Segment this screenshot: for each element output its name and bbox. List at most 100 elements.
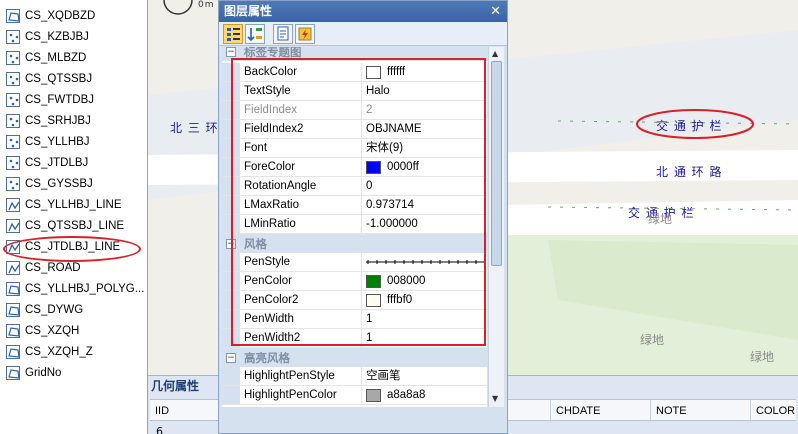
property-row[interactable]: LMinRatio -1.000000 bbox=[222, 215, 487, 234]
layer-item[interactable]: CS_YLLHBJ bbox=[6, 132, 90, 152]
green-label-3: 绿地 bbox=[750, 350, 775, 364]
property-row[interactable]: BackColor ffffff bbox=[222, 63, 487, 82]
property-pages-button[interactable] bbox=[273, 24, 293, 44]
green-label-2: 绿地 bbox=[640, 333, 665, 347]
property-value-cell[interactable]: 0000ff bbox=[362, 158, 487, 176]
point-layer-icon bbox=[6, 177, 20, 191]
property-grid-scrollbar[interactable]: ▲ ▼ bbox=[488, 47, 504, 407]
property-row[interactable]: HighlightPenColor a8a8a8 bbox=[222, 386, 487, 405]
property-row[interactable]: FieldIndex2 OBJNAME bbox=[222, 120, 487, 139]
property-name: PenWidth bbox=[240, 310, 362, 328]
layer-item[interactable]: CS_YLLHBJ_LINE bbox=[6, 195, 122, 215]
category-label: 高亮风格 bbox=[244, 350, 290, 365]
categorized-view-button[interactable] bbox=[223, 24, 243, 44]
property-value-cell[interactable]: 008000 bbox=[362, 272, 487, 290]
column-header-chdate[interactable]: CHDATE bbox=[550, 400, 650, 422]
layer-item[interactable]: CS_JTDLBJ_LINE bbox=[6, 237, 120, 257]
layer-item[interactable]: CS_KZBJBJ bbox=[6, 27, 89, 47]
alphabetical-view-button[interactable] bbox=[245, 24, 265, 44]
color-swatch[interactable] bbox=[366, 388, 381, 402]
category-label-theme[interactable]: − 标签专题图 bbox=[222, 47, 487, 61]
layer-item[interactable]: CS_JTDLBJ bbox=[6, 153, 88, 173]
property-value-cell[interactable]: OBJNAME bbox=[362, 120, 487, 138]
property-value-cell[interactable]: -1.000000 bbox=[362, 215, 487, 233]
color-swatch[interactable] bbox=[366, 65, 381, 79]
property-value: 2 bbox=[366, 104, 373, 116]
layer-item[interactable]: CS_QTSSBJ bbox=[6, 69, 92, 89]
property-value-cell[interactable]: a8a8a8 bbox=[362, 386, 487, 404]
property-value-cell[interactable]: 1 bbox=[362, 310, 487, 328]
property-name: FieldIndex bbox=[240, 101, 362, 119]
property-row[interactable]: PenColor2 fffbf0 bbox=[222, 291, 487, 310]
property-value: fffbf0 bbox=[387, 294, 413, 306]
category-highlight-style[interactable]: − 高亮风格 bbox=[222, 348, 487, 367]
property-name: RotationAngle bbox=[240, 177, 362, 195]
layer-item[interactable]: GridNo bbox=[6, 363, 61, 383]
collapse-toggle-icon[interactable]: − bbox=[226, 47, 236, 57]
layer-item[interactable]: CS_FWTDBJ bbox=[6, 90, 94, 110]
property-grid: − 标签专题图 BackColor ffffff TextStyle Halo FieldI… bbox=[222, 47, 487, 407]
property-row[interactable]: RotationAngle 0 bbox=[222, 177, 487, 196]
property-row[interactable]: TextStyle Halo bbox=[222, 82, 487, 101]
events-button[interactable] bbox=[295, 24, 315, 44]
layer-item-label: CS_YLLHBJ bbox=[25, 136, 90, 148]
property-value-cell[interactable]: 空画笔 bbox=[362, 367, 487, 385]
polygon-layer-icon bbox=[6, 9, 20, 23]
layer-item[interactable]: CS_XZQH bbox=[6, 321, 79, 341]
property-row[interactable]: ForeColor 0000ff bbox=[222, 158, 487, 177]
property-value-cell[interactable] bbox=[362, 253, 487, 271]
property-row[interactable]: Font 宋体(9) bbox=[222, 139, 487, 158]
table-cell-iid[interactable]: 6 bbox=[156, 425, 163, 434]
property-row[interactable]: LMaxRatio 0.973714 bbox=[222, 196, 487, 215]
property-value-cell[interactable]: 2 bbox=[362, 101, 487, 119]
point-layer-icon bbox=[6, 51, 20, 65]
point-layer-icon bbox=[6, 114, 20, 128]
property-name: LMinRatio bbox=[240, 215, 362, 233]
category-style[interactable]: − 风格 bbox=[222, 234, 487, 253]
property-row[interactable]: PenStyle bbox=[222, 253, 487, 272]
color-swatch[interactable] bbox=[366, 274, 381, 288]
road-label-left: 北 三 环 bbox=[170, 121, 219, 135]
column-header-color[interactable]: COLOR bbox=[750, 400, 796, 422]
scrollbar-thumb[interactable] bbox=[491, 61, 502, 266]
property-row[interactable]: HighlightPenStyle 空画笔 bbox=[222, 367, 487, 386]
collapse-toggle-icon[interactable]: − bbox=[226, 238, 236, 249]
property-row[interactable]: FieldIndex 2 bbox=[222, 101, 487, 120]
property-name: PenColor bbox=[240, 272, 362, 290]
layer-item[interactable]: CS_XQDBZD bbox=[6, 6, 95, 26]
property-row[interactable]: PenColor 008000 bbox=[222, 272, 487, 291]
layer-item[interactable]: CS_SRHJBJ bbox=[6, 111, 91, 131]
property-value-cell[interactable]: 1 bbox=[362, 329, 487, 347]
property-value-cell[interactable]: Halo bbox=[362, 82, 487, 100]
collapse-toggle-icon[interactable]: − bbox=[226, 352, 236, 363]
green-label-1: 绿地 bbox=[648, 212, 673, 226]
column-header-note[interactable]: NOTE bbox=[650, 400, 750, 422]
scale-label: 0m bbox=[198, 0, 215, 10]
layer-item-label: CS_QTSSBJ bbox=[25, 73, 93, 85]
layer-item[interactable]: CS_QTSSBJ_LINE bbox=[6, 216, 124, 236]
property-value-cell[interactable]: ffffff bbox=[362, 63, 487, 81]
color-swatch[interactable] bbox=[366, 160, 381, 174]
property-row[interactable]: PenWidth2 1 bbox=[222, 329, 487, 348]
property-row[interactable]: PenWidth 1 bbox=[222, 310, 487, 329]
property-value: -1.000000 bbox=[366, 218, 418, 230]
property-value-cell[interactable]: 0.973714 bbox=[362, 196, 487, 214]
polygon-layer-icon bbox=[6, 282, 20, 296]
property-value-cell[interactable]: 0 bbox=[362, 177, 487, 195]
color-swatch[interactable] bbox=[366, 293, 381, 307]
property-value-cell[interactable]: fffbf0 bbox=[362, 291, 487, 309]
point-layer-icon bbox=[6, 30, 20, 44]
layer-item[interactable]: CS_DYWG bbox=[6, 300, 83, 320]
panel-title: 图层属性 bbox=[219, 1, 507, 22]
point-layer-icon bbox=[6, 93, 20, 107]
layer-item[interactable]: CS_GYSSBJ bbox=[6, 174, 93, 194]
scroll-down-icon[interactable]: ▼ bbox=[492, 394, 498, 403]
close-icon[interactable]: ✕ bbox=[490, 1, 501, 22]
layer-item[interactable]: CS_ROAD bbox=[6, 258, 81, 278]
line-layer-icon bbox=[6, 219, 20, 233]
scroll-up-icon[interactable]: ▲ bbox=[492, 49, 498, 58]
layer-item[interactable]: CS_MLBZD bbox=[6, 48, 86, 68]
layer-item[interactable]: CS_YLLHBJ_POLYG... bbox=[6, 279, 144, 299]
property-value-cell[interactable]: 宋体(9) bbox=[362, 139, 487, 157]
layer-item[interactable]: CS_XZQH_Z bbox=[6, 342, 93, 362]
